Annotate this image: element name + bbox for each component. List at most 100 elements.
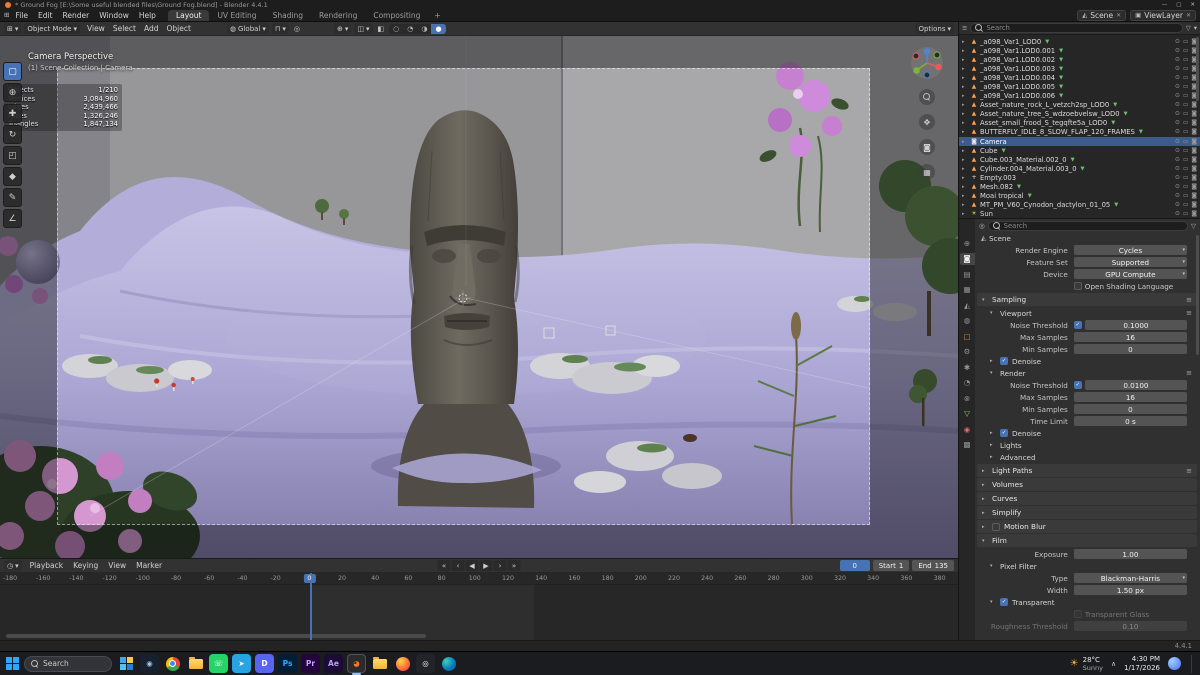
properties-tab-render[interactable]: ◙ bbox=[959, 252, 975, 265]
chrome-icon[interactable] bbox=[163, 654, 182, 673]
hide-eye-icon[interactable]: ⊙ bbox=[1175, 111, 1180, 117]
photoshop-icon[interactable]: Ps bbox=[278, 654, 297, 673]
viewport-disable-icon[interactable]: ▭ bbox=[1183, 120, 1188, 126]
hide-eye-icon[interactable]: ⊙ bbox=[1175, 75, 1180, 81]
maximize-button[interactable]: ▢ bbox=[1176, 2, 1181, 8]
property-field[interactable]: 0.10 bbox=[1073, 621, 1187, 631]
cursor-tool[interactable]: ⊕ bbox=[3, 83, 22, 102]
timeline-editor-type-button[interactable]: ◷ ▾ bbox=[4, 560, 22, 571]
frame-end-field[interactable]: End 135 bbox=[912, 560, 954, 571]
editor-type-button[interactable]: ⊞ ▾ bbox=[4, 23, 22, 34]
hide-eye-icon[interactable]: ⊙ bbox=[1175, 193, 1180, 199]
hide-eye-icon[interactable]: ⊙ bbox=[1175, 157, 1180, 163]
property-field[interactable]: 16 bbox=[1073, 392, 1187, 402]
property-field[interactable]: 16 bbox=[1073, 332, 1187, 342]
shading-wireframe-button[interactable]: ○ bbox=[389, 24, 403, 34]
outliner-item-moai-tropical[interactable]: ▸ ▲ Moai tropical ▼ ⊙ ▭ ◙ bbox=[959, 192, 1200, 201]
outliner[interactable]: ≡ Search ▽ ▾ ▸ ▲ _a098_Var1_LOD0 ▼ ⊙ ▭ ◙ ▸ ▲ _a09… bbox=[959, 22, 1200, 218]
outliner-search-input[interactable]: Search bbox=[970, 23, 1183, 33]
property-field[interactable]: 0.1000 bbox=[1084, 320, 1187, 330]
outliner-item-a098-var1-lod0-003[interactable]: ▸ ▲ _a098_Var1.LOD0.003 ▼ ⊙ ▭ ◙ bbox=[959, 64, 1200, 73]
outliner-item-a098-var1-lod0-001[interactable]: ▸ ▲ _a098_Var1.LOD0.001 ▼ ⊙ ▭ ◙ bbox=[959, 46, 1200, 55]
properties-tab-object[interactable]: ▢ bbox=[960, 330, 975, 342]
outliner-item-camera[interactable]: ▸ ◙ Camera ⊙ ▭ ◙ bbox=[959, 137, 1200, 147]
caret-icon[interactable]: ▸ bbox=[962, 75, 968, 81]
viewport-menu-select[interactable]: Select bbox=[109, 24, 140, 33]
viewport-disable-icon[interactable]: ▭ bbox=[1183, 175, 1188, 181]
viewport-disable-icon[interactable]: ▭ bbox=[1183, 48, 1188, 54]
panel-light-paths[interactable]: ▸ Light Paths ≡ bbox=[977, 464, 1197, 477]
caret-icon[interactable]: ▸ bbox=[962, 57, 968, 63]
outliner-item-cube[interactable]: ▸ ▲ Cube ▼ ⊙ ▭ ◙ bbox=[959, 146, 1200, 155]
camera-view-icon[interactable]: ◙ bbox=[919, 139, 935, 155]
caret-icon[interactable]: ▸ bbox=[962, 193, 968, 199]
hide-eye-icon[interactable]: ⊙ bbox=[1175, 57, 1180, 63]
outliner-item-a098-var1-lod0-004[interactable]: ▸ ▲ _a098_Var1.LOD0.004 ▼ ⊙ ▭ ◙ bbox=[959, 73, 1200, 82]
workspace-tab-rendering[interactable]: Rendering bbox=[311, 10, 365, 21]
viewport-disable-icon[interactable]: ▭ bbox=[1183, 184, 1188, 190]
caret-icon[interactable]: ▸ bbox=[962, 111, 968, 117]
outliner-item-cylinder-004-material-003-0[interactable]: ▸ ▲ Cylinder.004_Material.003_0 ▼ ⊙ ▭ ◙ bbox=[959, 164, 1200, 173]
viewport-disable-icon[interactable]: ▭ bbox=[1183, 202, 1188, 208]
after-effects-icon[interactable]: Ae bbox=[324, 654, 343, 673]
premiere-icon[interactable]: Pr bbox=[301, 654, 320, 673]
outliner-item-butterfly-idle-8-slow-flap-120-frames[interactable]: ▸ ▲ BUTTERFLY_IDLE_8_SLOW_FLAP_120_FRAMES ▼… bbox=[959, 128, 1200, 137]
scene-selector[interactable]: ◭ Scene ✕ bbox=[1077, 9, 1127, 21]
current-frame-field[interactable]: 0 bbox=[839, 560, 870, 571]
widgets-icon[interactable] bbox=[117, 654, 136, 673]
panel-transparent[interactable]: ▾ ✓ Transparent bbox=[977, 596, 1197, 608]
panel-menu-icon[interactable]: ≡ bbox=[1186, 309, 1192, 317]
timeline-menu-keying[interactable]: Keying bbox=[68, 561, 103, 570]
zoom-icon[interactable] bbox=[919, 89, 935, 105]
menu-render[interactable]: Render bbox=[58, 11, 95, 20]
play-button[interactable]: ▶ bbox=[479, 560, 493, 571]
timeline-scrollbar[interactable] bbox=[6, 634, 426, 638]
properties-tab-texture[interactable]: ▩ bbox=[960, 439, 975, 451]
timeline[interactable]: ◷ ▾ Playback Keying View Marker «‹ ◀ ▶ ›» 0 St… bbox=[0, 558, 958, 640]
edge-icon[interactable] bbox=[439, 654, 458, 673]
panel-menu-icon[interactable]: ≡ bbox=[1186, 467, 1192, 475]
transform-tool[interactable]: ◆ bbox=[3, 167, 22, 186]
firefox-icon[interactable] bbox=[393, 654, 412, 673]
outliner-item-a098-var1-lod0-002[interactable]: ▸ ▲ _a098_Var1.LOD0.002 ▼ ⊙ ▭ ◙ bbox=[959, 55, 1200, 64]
render-disable-icon[interactable]: ◙ bbox=[1191, 211, 1197, 217]
properties-scrollbar[interactable] bbox=[1196, 235, 1199, 355]
properties-editor[interactable]: ⊕ ◙ ▤ ▦ ◭ ◍ ▢ ⚙ ✱ ◔ ⊗ ▽ ◉ ▩ ◎ Search ▽ ◭ Scene bbox=[959, 218, 1200, 640]
properties-tab-material[interactable]: ◉ bbox=[960, 423, 975, 435]
panel-checkbox[interactable] bbox=[992, 522, 1000, 531]
blender-app-menu-icon[interactable]: ⊞ bbox=[4, 11, 9, 19]
overlays-toggle[interactable]: ◫ ▾ bbox=[354, 23, 373, 34]
property-field[interactable]: Cycles ▾ bbox=[1073, 245, 1187, 255]
render-disable-icon[interactable]: ◙ bbox=[1191, 175, 1197, 181]
viewlayer-selector[interactable]: ▣ ViewLayer ✕ bbox=[1130, 9, 1196, 21]
render-disable-icon[interactable]: ◙ bbox=[1191, 139, 1197, 145]
caret-icon[interactable]: ▸ bbox=[962, 184, 968, 190]
properties-tab-object-data[interactable]: ▽ bbox=[960, 408, 975, 420]
discord-icon[interactable]: D bbox=[255, 654, 274, 673]
caret-icon[interactable]: ▸ bbox=[962, 84, 968, 90]
frame-start-field[interactable]: Start 1 bbox=[872, 560, 910, 571]
workspace-tab-uv-editing[interactable]: UV Editing bbox=[209, 10, 264, 21]
properties-filter-icon[interactable]: ▽ bbox=[1191, 222, 1196, 230]
workspace-tab-layout[interactable]: Layout bbox=[167, 10, 210, 21]
transform-orientation-selector[interactable]: ◍ Global ▾ bbox=[226, 23, 269, 34]
panel-curves[interactable]: ▸ Curves bbox=[977, 492, 1197, 505]
jump-to-start-button[interactable]: « bbox=[437, 560, 451, 571]
render-disable-icon[interactable]: ◙ bbox=[1191, 120, 1197, 126]
add-workspace-button[interactable]: + bbox=[429, 11, 445, 20]
snapping-toggle[interactable]: ⊓ ▾ bbox=[271, 23, 289, 34]
properties-tab-view-layer[interactable]: ▦ bbox=[960, 284, 975, 296]
properties-editor-icon[interactable]: ◎ bbox=[979, 222, 985, 230]
render-disable-icon[interactable]: ◙ bbox=[1191, 193, 1197, 199]
hide-eye-icon[interactable]: ⊙ bbox=[1175, 175, 1180, 181]
panel-checkbox[interactable]: ✓ bbox=[1000, 598, 1008, 606]
playhead[interactable] bbox=[309, 573, 312, 640]
hide-eye-icon[interactable]: ⊙ bbox=[1175, 166, 1180, 172]
hide-eye-icon[interactable]: ⊙ bbox=[1175, 129, 1180, 135]
caret-icon[interactable]: ▸ bbox=[962, 102, 968, 108]
obs-icon[interactable]: ◎ bbox=[416, 654, 435, 673]
property-checkbox[interactable] bbox=[1073, 282, 1082, 290]
caret-icon[interactable]: ▸ bbox=[962, 48, 968, 54]
timeline-ruler[interactable]: -180 -160 -140 -120 -100 -80 -60 -40 -20 0 20 40 60 8… bbox=[0, 573, 958, 585]
property-field[interactable]: 0 bbox=[1073, 344, 1187, 354]
